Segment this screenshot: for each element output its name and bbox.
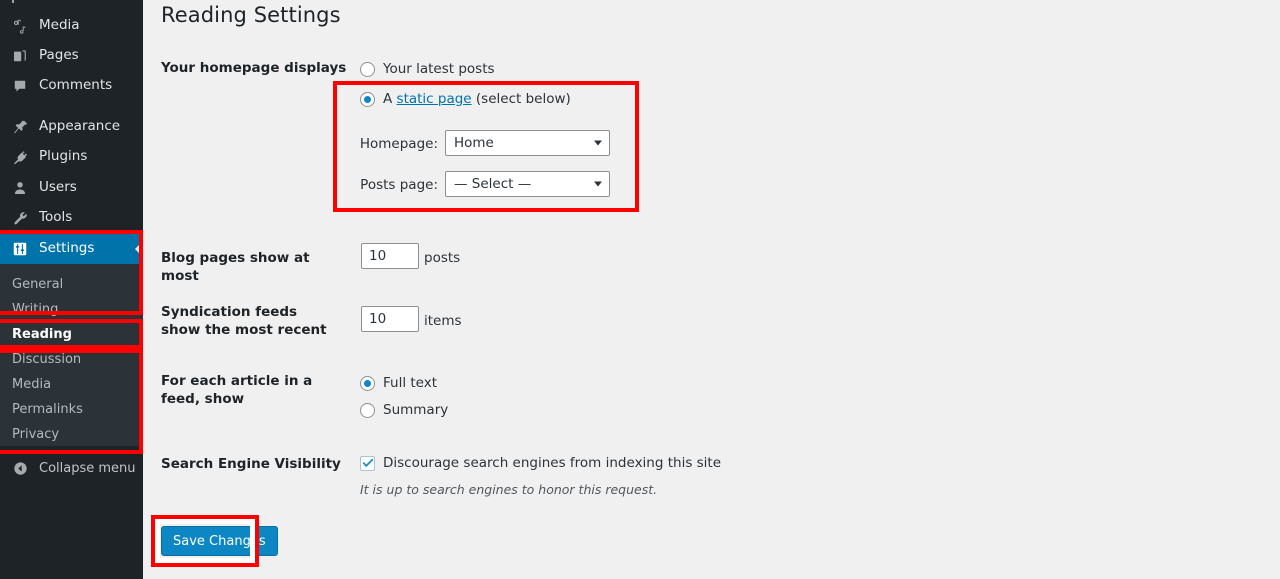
chevron-left-icon [135,241,143,257]
radio-icon-checked[interactable] [360,375,375,391]
static-prefix: A [383,91,397,107]
homepage-select-value: Home [454,135,494,151]
radio-icon-unchecked[interactable] [360,61,375,77]
submenu-label: Media [12,377,52,392]
homepage-select-label: Homepage: [359,136,438,152]
homepage-select[interactable]: Home [445,130,610,156]
users-person-icon [9,178,31,198]
radio-summary-label: Summary [383,402,449,418]
submenu-label: Privacy [12,427,60,442]
wordpress-admin-screen: Media Pages Comments Appearance Plugins … [0,0,1280,579]
syndication-input[interactable]: 10 [361,306,419,332]
sidebar-item-label: Users [39,179,77,196]
syndication-value: 10 [369,311,387,327]
main-content: Reading Settings Your homepage displays … [143,0,1280,579]
sidebar-item-permalinks[interactable]: Permalinks [0,397,143,422]
collapse-left-arrow-icon [9,458,31,478]
static-page-link[interactable]: static page [397,91,472,107]
settings-sliders-icon [9,239,31,259]
sidebar-item-label: Comments [39,77,113,94]
chevron-down-icon [594,140,602,146]
page-title: Reading Settings [161,3,341,27]
syndication-label: Syndication feeds show the most recent [161,304,327,338]
settings-submenu: General Writing Reading Discussion Media… [0,264,143,446]
blog-pages-label: Blog pages show at most [161,250,310,284]
submenu-label: Reading [12,327,72,342]
radio-full-text[interactable]: Full text [360,374,437,392]
submenu-label: General [12,277,64,292]
submenu-label: Permalinks [12,402,83,417]
comments-icon [9,76,31,96]
radio-icon-checked[interactable] [360,91,375,107]
sidebar-item-media-settings[interactable]: Media [0,372,143,397]
blog-pages-input[interactable]: 10 [361,243,419,269]
radio-static-page[interactable]: A static page (select below) [360,90,571,108]
appearance-pushpin-icon [9,117,31,137]
sidebar-item-discussion[interactable]: Discussion [0,347,143,372]
search-visibility-note: It is up to search engines to honor this… [360,482,658,497]
discourage-search-engines-checkbox-row[interactable]: Discourage search engines from indexing … [360,454,721,472]
homepage-displays-label: Your homepage displays [161,60,347,76]
syndication-unit: items [424,313,462,329]
media-icon [9,16,31,36]
feed-article-label: For each article in a feed, show [161,373,313,407]
sidebar-item-label: Pages [39,47,79,64]
sidebar-item-label: Media [39,17,80,34]
sidebar-item-users[interactable]: Users [0,173,143,203]
radio-summary[interactable]: Summary [360,401,448,419]
chevron-down-icon [594,181,602,187]
tools-wrench-icon [9,208,31,228]
sidebar-item-general[interactable]: General [0,272,143,297]
plugins-plug-icon [9,147,31,167]
sidebar-item-writing[interactable]: Writing [0,297,143,322]
collapse-menu-label: Collapse menu [39,460,136,476]
sidebar-top-sliver [0,0,143,4]
sidebar-item-privacy[interactable]: Privacy [0,422,143,447]
save-changes-label: Save Changes [173,533,266,549]
radio-icon-unchecked[interactable] [360,402,375,418]
sidebar-item-tools[interactable]: Tools [0,203,143,233]
radio-latest-posts[interactable]: Your latest posts [360,60,495,78]
static-suffix: (select below) [471,91,571,107]
save-changes-button[interactable]: Save Changes [161,526,278,556]
blog-pages-unit: posts [424,250,461,266]
radio-static-page-label: A static page (select below) [383,90,571,108]
sidebar-item-plugins[interactable]: Plugins [0,142,143,172]
sidebar-item-settings[interactable]: Settings [0,234,143,264]
search-visibility-label: Search Engine Visibility [161,456,341,472]
admin-sidebar: Media Pages Comments Appearance Plugins … [0,0,143,579]
sidebar-item-label: Tools [39,209,73,226]
pages-icon [9,46,31,66]
sidebar-item-appearance[interactable]: Appearance [0,112,143,142]
discourage-search-engines-label: Discourage search engines from indexing … [383,455,722,471]
sidebar-item-label: Settings [39,240,95,257]
collapse-menu-button[interactable]: Collapse menu [0,453,143,483]
sidebar-item-label: Appearance [39,118,121,135]
checkbox-icon-checked[interactable] [360,455,375,471]
sidebar-item-media[interactable]: Media [0,11,143,41]
blog-pages-value: 10 [369,248,387,264]
posts-page-select-value: — Select — [454,176,532,192]
sidebar-item-reading[interactable]: Reading [0,322,143,347]
posts-page-select[interactable]: — Select — [445,171,610,197]
radio-full-text-label: Full text [383,375,438,391]
submenu-label: Writing [12,302,59,317]
sidebar-item-label: Plugins [39,148,88,165]
sidebar-item-pages[interactable]: Pages [0,41,143,71]
submenu-label: Discussion [12,352,82,367]
sidebar-item-comments[interactable]: Comments [0,71,143,101]
radio-latest-posts-label: Your latest posts [383,61,495,77]
posts-page-select-label: Posts page: [360,177,438,193]
